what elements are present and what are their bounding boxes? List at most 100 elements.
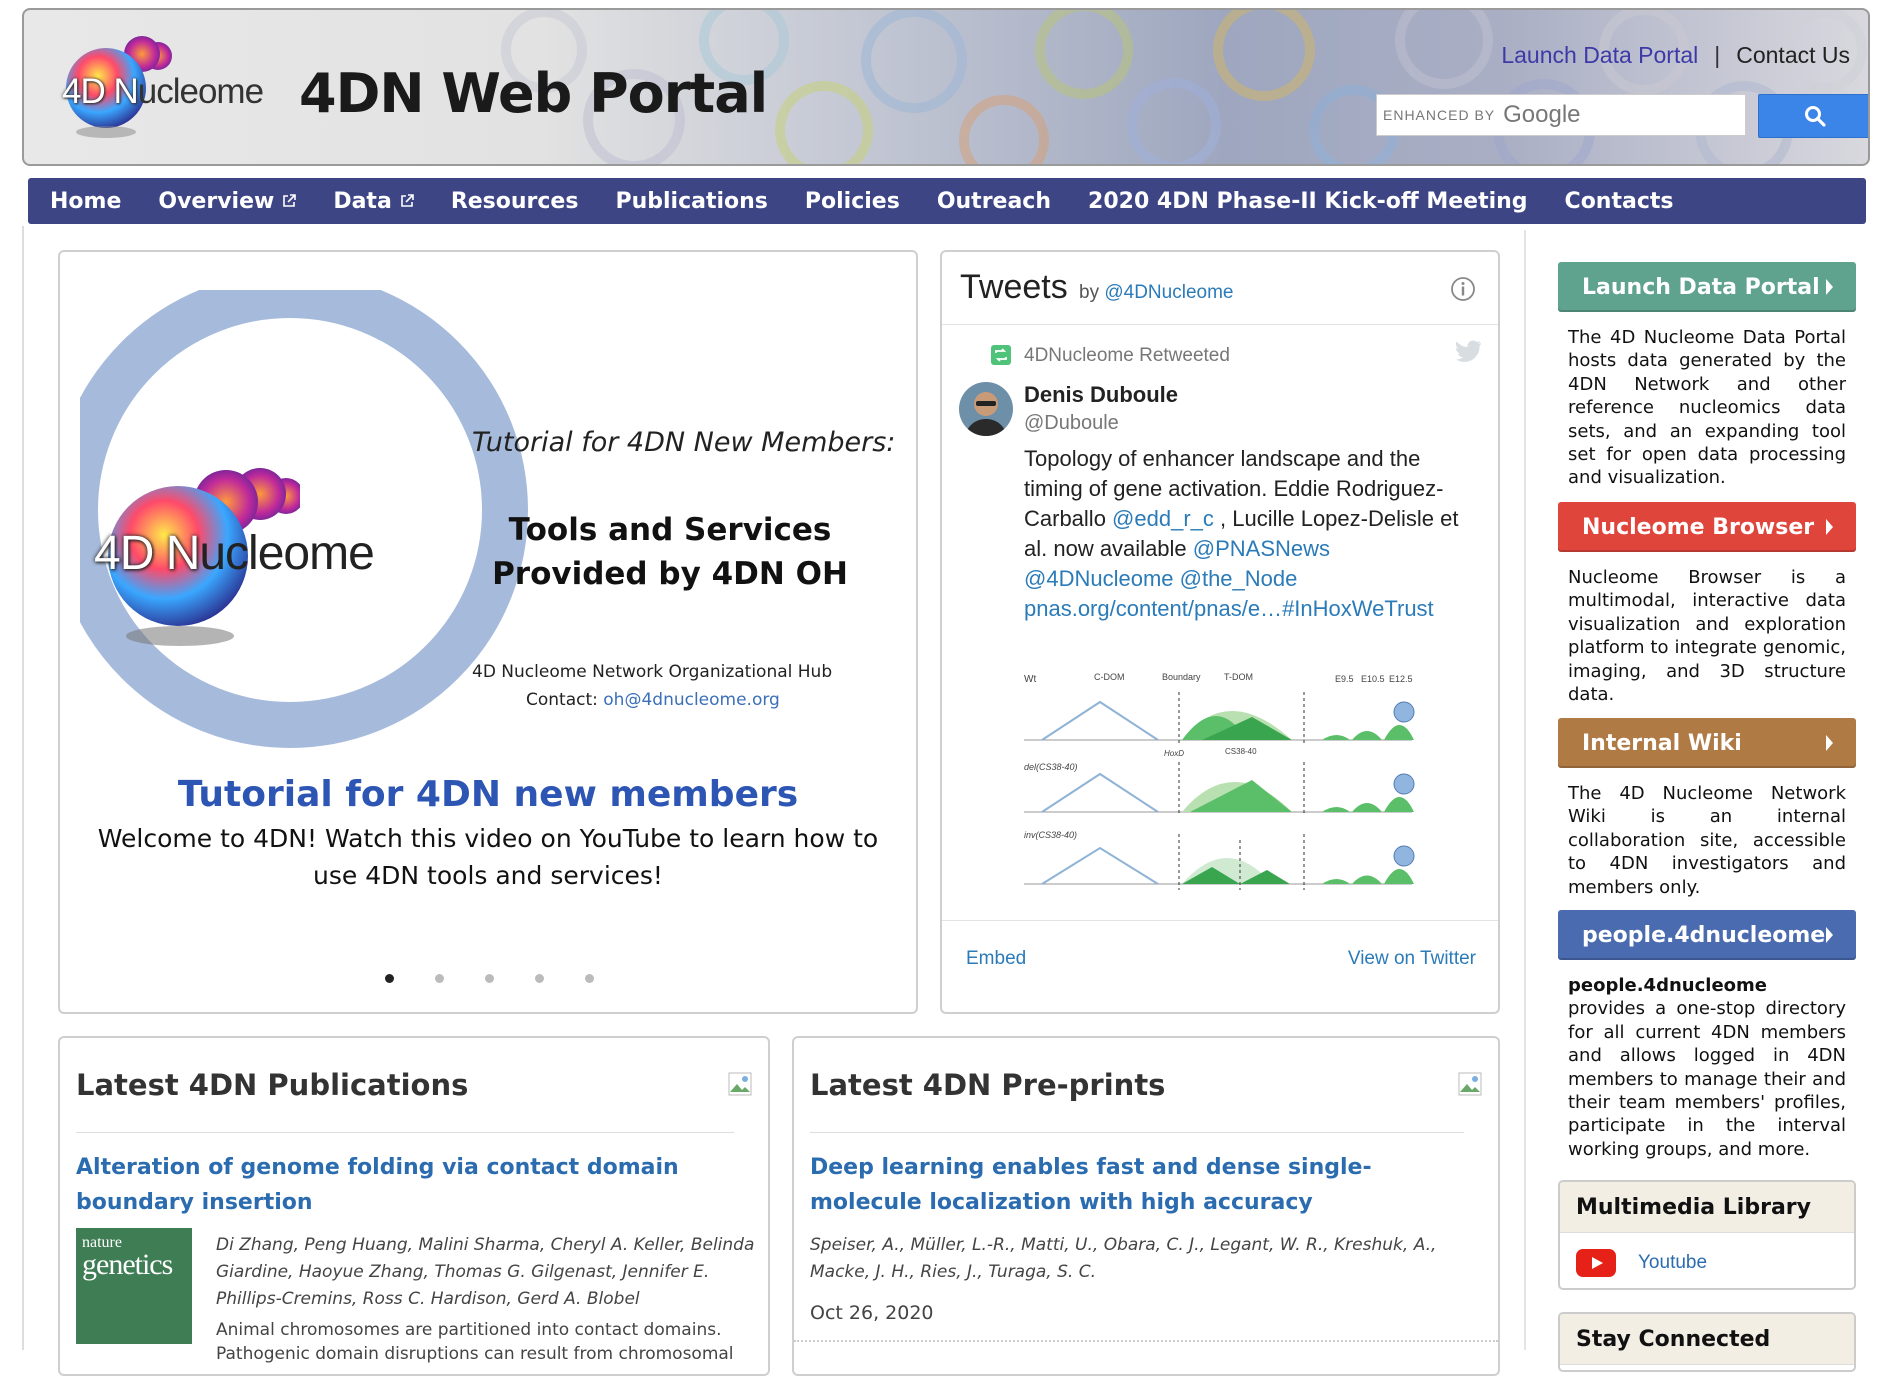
hashtag-link[interactable]: #InHoxWeTrust (1282, 596, 1434, 621)
nav-outreach-label: Outreach (936, 188, 1052, 214)
stay-connected-title: Stay Connected (1560, 1314, 1854, 1365)
logo-text[interactable]: 4D Nucleome (62, 72, 264, 112)
publication-title-link[interactable]: Alteration of genome folding via contact… (76, 1150, 746, 1220)
multimedia-library-title: Multimedia Library (1560, 1182, 1854, 1233)
twitter-bird-icon[interactable] (1456, 340, 1482, 362)
nav-contacts-label: Contacts (1564, 188, 1674, 214)
slide-hub-text: 4D Nucleome Network Organizational Hub (472, 662, 833, 682)
journal-logo-line-2: genetics (82, 1248, 173, 1281)
figure-label-cdom: C-DOM (1094, 672, 1125, 682)
arrow-right-icon (1826, 927, 1833, 943)
preprint-date: Oct 26, 2020 (810, 1302, 934, 1324)
nature-genetics-logo[interactable]: nature genetics (76, 1228, 192, 1344)
preprint-title-link[interactable]: Deep learning enables fast and dense sin… (810, 1150, 1480, 1220)
sidebar-people-4dnucleome-button[interactable]: people.4dnucleome (1558, 910, 1856, 960)
publications-title: Latest 4DN Publications (76, 1068, 469, 1102)
nav-policies[interactable]: Policies (805, 189, 900, 214)
contact-us-link[interactable]: Contact Us (1736, 42, 1850, 68)
carousel-dot[interactable] (585, 974, 594, 983)
nav-data[interactable]: Data (333, 188, 414, 214)
tweet-attached-figure[interactable]: Wt C-DOM Boundary T-DOM E9.5 E10.5 E12.5… (1022, 662, 1422, 912)
carousel-dot[interactable] (485, 974, 494, 983)
stay-connected-box: Stay Connected (1558, 1312, 1856, 1372)
mention-link[interactable]: @4DNucleome (1024, 566, 1174, 591)
carousel-slide[interactable]: 4D Nucleome Tutorial for 4DN New Members… (80, 290, 900, 752)
content-frame-border (22, 226, 24, 1350)
nucleome-browser-description: Nucleome Browser is a multimodal, intera… (1568, 567, 1846, 706)
slide-contact: Contact: oh@4dnucleome.org (526, 690, 780, 710)
nav-contacts[interactable]: Contacts (1565, 189, 1674, 214)
nav-resources[interactable]: Resources (451, 189, 579, 214)
publications-divider (76, 1132, 734, 1133)
sidebar-launch-data-portal-button[interactable]: Launch Data Portal (1558, 262, 1856, 312)
slide-subheading-line-1: Tools and Services (508, 512, 832, 548)
enhanced-by-label: ENHANCED BY (1383, 107, 1496, 123)
author-handle[interactable]: @Duboule (1024, 412, 1119, 435)
arrow-right-icon (1826, 279, 1833, 295)
nav-publications[interactable]: Publications (615, 189, 767, 214)
tweets-divider (942, 324, 1498, 325)
tutorial-title-link[interactable]: Tutorial for 4DN new members (60, 774, 916, 815)
sidebar-button-label: Launch Data Portal (1582, 274, 1820, 300)
tutorial-description: Welcome to 4DN! Watch this video on YouT… (97, 824, 879, 890)
launch-data-portal-link[interactable]: Launch Data Portal (1501, 42, 1698, 68)
youtube-link[interactable]: Youtube (1560, 1233, 1854, 1277)
tweets-handle-link[interactable]: @4DNucleome (1104, 282, 1233, 303)
arrow-right-icon (1826, 519, 1833, 535)
nav-home[interactable]: Home (50, 189, 121, 214)
sidebar-button-label: people.4dnucleome (1582, 922, 1826, 948)
slide-subheading: Tools and Services Provided by 4DN OH (470, 508, 870, 596)
publication-authors: Di Zhang, Peng Huang, Malini Sharma, Che… (216, 1235, 755, 1309)
nav-policies-label: Policies (804, 188, 900, 214)
search-button[interactable] (1758, 94, 1868, 138)
preprint-item-divider (794, 1340, 1498, 1342)
external-link-icon (283, 194, 297, 207)
people-4dnucleome-description: people.4dnucleome provides a one-stop di… (1568, 974, 1846, 1161)
carousel-dot[interactable] (435, 974, 444, 983)
figure-label-hoxd: HoxD (1164, 749, 1184, 758)
tweet-url-link[interactable]: pnas.org/content/pnas/e… (1024, 596, 1282, 621)
preprints-title: Latest 4DN Pre-prints (810, 1068, 1166, 1102)
sidebar-button-label: Internal Wiki (1582, 730, 1742, 756)
nav-kickoff-meeting[interactable]: 2020 4DN Phase-II Kick-off Meeting (1088, 189, 1528, 214)
slide-logo-text: 4D Nucleome (94, 526, 375, 581)
tutorial-carousel: 4D Nucleome Tutorial for 4DN New Members… (58, 250, 918, 1014)
nav-outreach[interactable]: Outreach (937, 189, 1051, 214)
mention-link[interactable]: @edd_r_c (1112, 506, 1214, 531)
google-label: Google (1503, 101, 1581, 128)
sidebar-nucleome-browser-button[interactable]: Nucleome Browser (1558, 502, 1856, 552)
nav-overview[interactable]: Overview (158, 189, 297, 214)
search-icon (1805, 106, 1826, 127)
multimedia-library-box: Multimedia Library Youtube (1558, 1180, 1856, 1290)
nav-publications-label: Publications (615, 188, 768, 214)
mention-link[interactable]: @the_Node (1180, 566, 1298, 591)
sidebar-internal-wiki-button[interactable]: Internal Wiki (1558, 718, 1856, 768)
launch-data-portal-description: The 4D Nucleome Data Portal hosts data g… (1568, 327, 1846, 489)
author-avatar[interactable] (959, 382, 1013, 436)
broken-image-icon[interactable] (1458, 1072, 1482, 1096)
nav-data-label: Data (333, 188, 392, 214)
preprint-authors: Speiser, A., Müller, L.-R., Matti, U., O… (810, 1235, 1437, 1282)
info-icon[interactable] (1450, 276, 1476, 302)
retweet-icon (991, 345, 1011, 365)
logo-text-prefix: 4D N (62, 72, 139, 111)
view-on-twitter-link[interactable]: View on Twitter (1348, 948, 1476, 970)
author-name[interactable]: Denis Duboule (1024, 382, 1178, 408)
top-links: Launch Data Portal | Contact Us (1501, 42, 1850, 69)
carousel-dot[interactable] (535, 974, 544, 983)
mention-link[interactable]: @PNASNews (1193, 536, 1330, 561)
embed-link[interactable]: Embed (966, 948, 1026, 970)
arrow-right-icon (1826, 735, 1833, 751)
tweets-title: Tweets (960, 268, 1068, 306)
figure-label-cs: CS38-40 (1225, 747, 1257, 756)
figure-label-e125: E12.5 (1389, 674, 1413, 684)
search-input[interactable]: ENHANCED BY Google (1376, 94, 1746, 136)
publication-abstract: Animal chromosomes are partitioned into … (216, 1320, 734, 1364)
site-title: 4DN Web Portal (299, 62, 768, 125)
figure-label-inv: inv(CS38-40) (1024, 830, 1077, 840)
broken-image-icon[interactable] (728, 1072, 752, 1096)
avatar-photo (959, 382, 1013, 436)
carousel-dot[interactable] (385, 974, 394, 983)
top-link-separator: | (1714, 42, 1721, 68)
nav-resources-label: Resources (450, 188, 579, 214)
